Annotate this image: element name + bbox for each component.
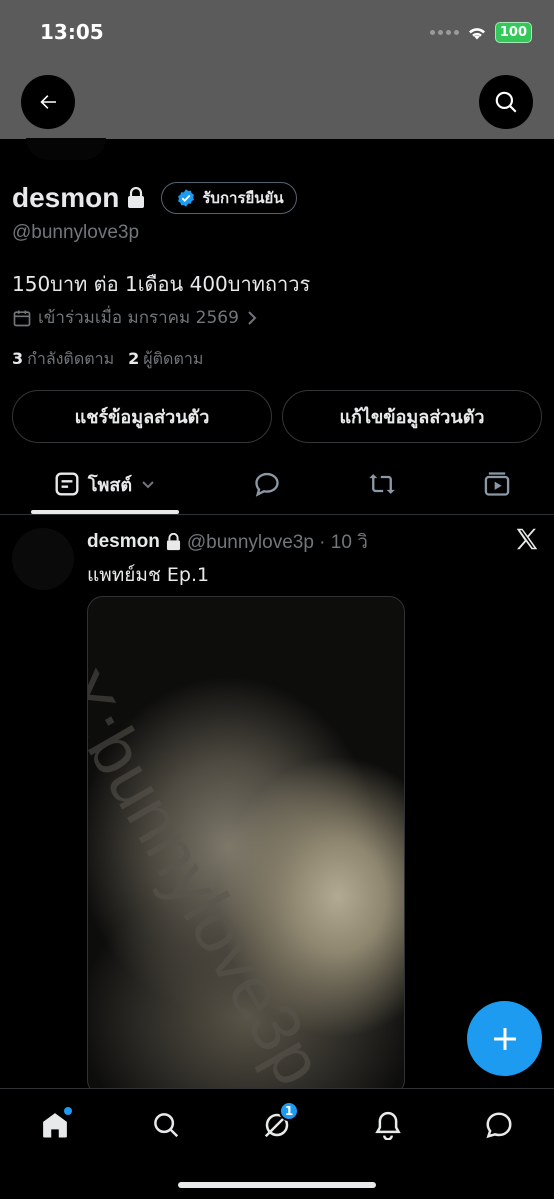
- wifi-icon: [468, 27, 485, 39]
- following-count: 3: [12, 349, 24, 368]
- post-author-name[interactable]: desmon: [87, 531, 160, 553]
- repost-icon: [369, 474, 395, 494]
- share-profile-button[interactable]: แชร์ข้อมูลส่วนตัว: [12, 390, 272, 443]
- messages-badge: 1: [279, 1101, 299, 1121]
- chat-icon: [486, 1112, 512, 1139]
- status-time: 13:05: [40, 20, 104, 44]
- follow-stats: 3 กำลังติดตาม 2 ผู้ติดตาม: [12, 347, 203, 372]
- battery-indicator: 100: [494, 22, 532, 43]
- search-icon: [154, 1113, 179, 1138]
- nav-grok[interactable]: 1: [257, 1101, 299, 1145]
- status-indicators: 100: [429, 22, 532, 43]
- nav-search[interactable]: [146, 1105, 186, 1145]
- posts-tab-icon: [55, 472, 79, 496]
- post-media[interactable]: X:bunnylove3p: [87, 596, 405, 1096]
- reply-icon: [255, 472, 279, 497]
- tab-posts-label: โพสต์: [87, 474, 133, 496]
- followers-count: 2: [128, 349, 140, 368]
- search-button[interactable]: [479, 75, 533, 129]
- get-verified-button[interactable]: รับการยืนยัน: [161, 182, 297, 214]
- home-indicator: [178, 1182, 376, 1188]
- media-watermark: X:bunnylove3p: [87, 657, 339, 1096]
- compose-post-button[interactable]: [467, 1001, 542, 1076]
- tab-replies[interactable]: [246, 455, 288, 513]
- tab-posts[interactable]: โพสต์: [31, 455, 179, 513]
- back-button[interactable]: [21, 75, 75, 129]
- following-label: กำลังติดตาม: [27, 349, 115, 368]
- profile-handle: @bunnylove3p: [12, 222, 140, 243]
- search-icon: [495, 91, 517, 113]
- post-header: desmon @bunnylove3p · 10 วิ: [87, 527, 368, 557]
- post-meta: @bunnylove3p · 10 วิ: [186, 532, 368, 553]
- home-unread-dot: [64, 1107, 72, 1115]
- join-date[interactable]: เข้าร่วมเมื่อ มกราคม 2569: [12, 304, 259, 331]
- cellular-signal-icon: [429, 30, 459, 35]
- profile-avatar[interactable]: [26, 138, 106, 160]
- chevron-right-icon: [248, 310, 257, 325]
- tab-reposts[interactable]: [360, 455, 404, 513]
- verified-badge-icon: [178, 189, 195, 207]
- following-link[interactable]: 3 กำลังติดตาม: [12, 347, 114, 372]
- plus-icon: [493, 1027, 516, 1050]
- edit-profile-button[interactable]: แก้ไขข้อมูลส่วนตัว: [282, 390, 542, 443]
- nav-home[interactable]: [35, 1105, 75, 1145]
- chevron-down-icon: [142, 481, 154, 489]
- bell-icon: [375, 1111, 401, 1140]
- x-logo-icon: [516, 528, 538, 550]
- nav-notifications[interactable]: [368, 1105, 408, 1145]
- post-text: แพทย์มช Ep.1: [87, 564, 210, 586]
- profile-bio: 150บาท ต่อ 1เดือน 400บาทถาวร: [12, 272, 311, 296]
- lock-icon: [166, 533, 180, 551]
- followers-label: ผู้ติดตาม: [143, 349, 204, 368]
- profile-tabs: โพสต์: [0, 455, 554, 515]
- profile-name-row: desmon รับการยืนยัน: [12, 182, 297, 214]
- lock-icon: [128, 187, 145, 208]
- join-date-text: เข้าร่วมเมื่อ มกราคม 2569: [38, 308, 239, 328]
- post-avatar[interactable]: [12, 528, 74, 590]
- nav-messages[interactable]: [479, 1105, 519, 1145]
- tab-media[interactable]: [476, 455, 518, 513]
- arrow-left-icon: [40, 95, 56, 109]
- followers-link[interactable]: 2 ผู้ติดตาม: [128, 347, 203, 372]
- media-icon: [484, 472, 510, 496]
- calendar-icon: [13, 310, 31, 326]
- active-tab-indicator: [31, 510, 179, 514]
- profile-name: desmon: [12, 182, 120, 213]
- get-verified-label: รับการยืนยัน: [202, 189, 284, 207]
